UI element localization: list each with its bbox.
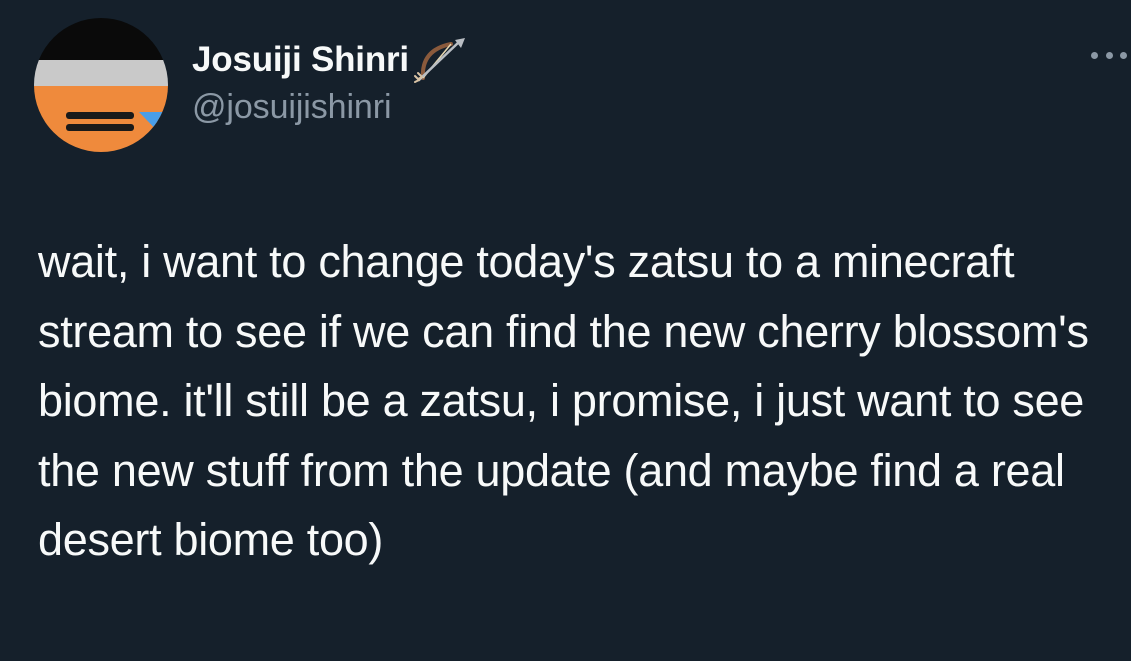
- tweet: Josuiji Shinri @josuijishinri wait, i wa…: [0, 0, 1131, 661]
- name-row: Josuiji Shinri: [192, 36, 467, 84]
- more-dot: [1120, 51, 1127, 59]
- author-info: Josuiji Shinri @josuijishinri: [192, 36, 467, 127]
- display-name[interactable]: Josuiji Shinri: [192, 40, 409, 80]
- tweet-text: wait, i want to change today's zatsu to …: [38, 236, 1089, 565]
- more-dot: [1091, 51, 1098, 59]
- avatar[interactable]: [34, 18, 168, 152]
- more-horizontal-icon[interactable]: [1091, 48, 1127, 62]
- user-handle[interactable]: @josuijishinri: [192, 88, 467, 127]
- more-dot: [1105, 51, 1113, 59]
- bow-and-arrow-icon: [411, 36, 467, 84]
